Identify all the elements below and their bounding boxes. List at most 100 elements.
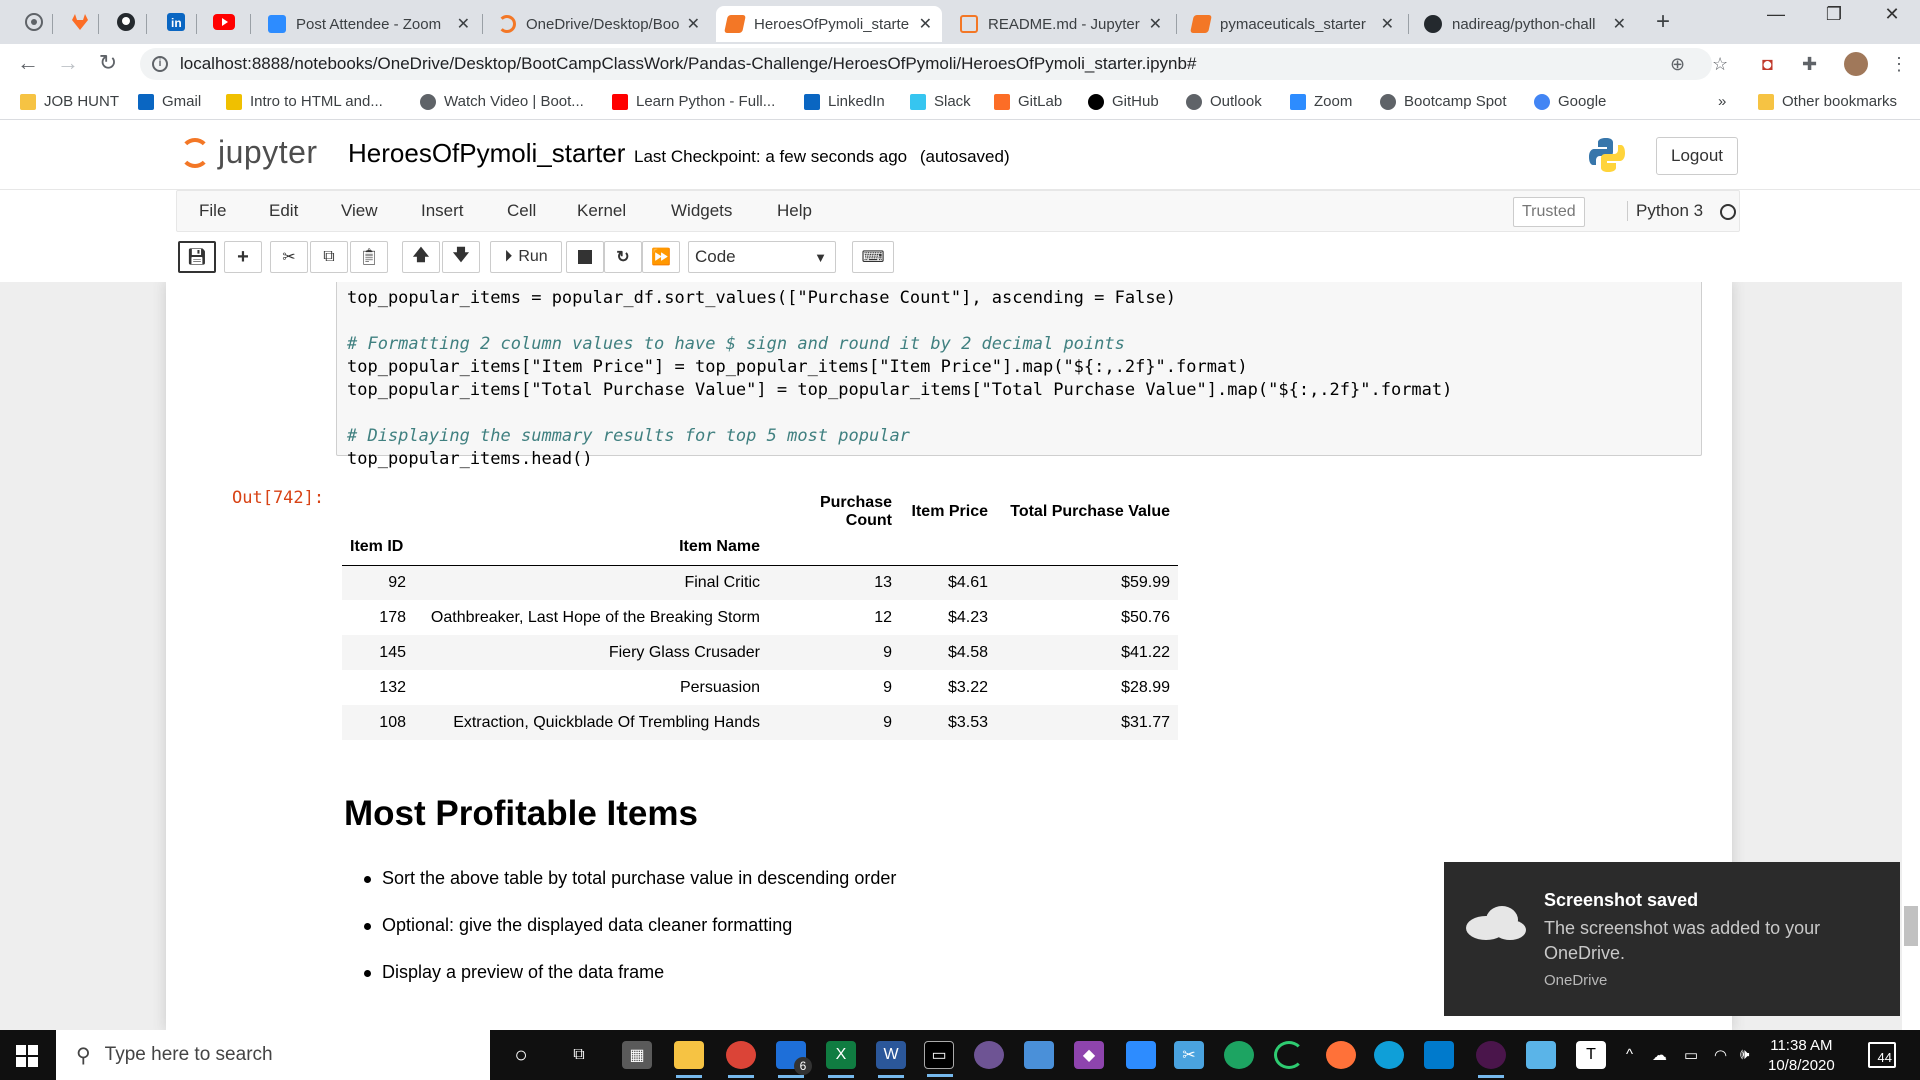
action-center-button[interactable]: 44 — [1868, 1042, 1896, 1068]
cell-type-select[interactable]: Code ▼ — [688, 241, 836, 273]
close-tab-icon[interactable]: ✕ — [457, 14, 470, 34]
pinned-tab-linkedin[interactable]: in — [156, 6, 196, 38]
menu-kernel[interactable]: Kernel — [577, 201, 626, 221]
bookmark-google[interactable]: Google — [1534, 93, 1606, 110]
interrupt-button[interactable] — [566, 241, 604, 273]
info-icon[interactable]: i — [152, 56, 168, 72]
kernel-name[interactable]: Python 3 — [1627, 201, 1703, 221]
vertical-scrollbar[interactable] — [1902, 282, 1920, 1030]
address-bar[interactable]: i localhost:8888/notebooks/OneDrive/Desk… — [140, 48, 1712, 80]
bookmark-linkedin[interactable]: LinkedIn — [804, 93, 885, 110]
menu-widgets[interactable]: Widgets — [671, 201, 732, 221]
restore-button[interactable]: ❐ — [1814, 4, 1854, 25]
reload-button[interactable]: ↻ — [94, 50, 122, 76]
bookmark-learn-python[interactable]: Learn Python - Full... — [612, 93, 775, 110]
extensions-icon[interactable]: ✚ — [1802, 54, 1817, 75]
jupyter-logo[interactable]: jupyter — [180, 134, 318, 171]
chrome-icon[interactable] — [726, 1041, 756, 1078]
taskbar-search[interactable]: ⚲ Type here to search — [56, 1030, 490, 1080]
bookmark-gitlab[interactable]: GitLab — [994, 93, 1062, 110]
app-icon[interactable]: ◆ — [1074, 1041, 1104, 1069]
back-button[interactable]: ← — [14, 50, 42, 76]
trusted-indicator[interactable]: Trusted — [1513, 197, 1585, 227]
terminal-icon[interactable]: ▭ — [924, 1041, 954, 1077]
edge-icon[interactable] — [1374, 1041, 1404, 1069]
start-button[interactable] — [16, 1045, 38, 1067]
zoom-icon[interactable] — [1126, 1041, 1156, 1069]
file-explorer-icon[interactable] — [674, 1041, 704, 1078]
scrollbar-thumb[interactable] — [1904, 906, 1918, 946]
bookmark-star-icon[interactable]: ☆ — [1712, 54, 1728, 75]
pinned-tab-github[interactable] — [106, 6, 146, 38]
tab-readme[interactable]: README.md - Jupyter ✕ — [950, 6, 1172, 42]
typora-icon[interactable]: T — [1576, 1041, 1606, 1069]
bookmark-job-hunt[interactable]: JOB HUNT — [20, 93, 119, 110]
copy-button[interactable]: ⧉ — [310, 241, 348, 273]
volume-icon[interactable]: 🕪︎ — [1740, 1046, 1749, 1063]
bookmark-bootcamp-spot[interactable]: Bootcamp Spot — [1380, 93, 1507, 110]
github-desktop-icon[interactable] — [974, 1041, 1004, 1069]
pinned-tab-chrome[interactable] — [14, 6, 54, 38]
profile-avatar[interactable] — [1844, 52, 1868, 76]
tab-onedrive-desktop[interactable]: OneDrive/Desktop/Boo ✕ — [488, 6, 710, 42]
onedrive-tray-icon[interactable]: ☁ — [1652, 1046, 1667, 1064]
logout-button[interactable]: Logout — [1656, 137, 1738, 175]
bookmark-watch-video[interactable]: Watch Video | Boot... — [420, 93, 584, 110]
menu-cell[interactable]: Cell — [507, 201, 536, 221]
minimize-button[interactable]: — — [1756, 4, 1796, 25]
close-tab-icon[interactable]: ✕ — [1381, 14, 1394, 34]
close-window-button[interactable]: ✕ — [1872, 4, 1912, 25]
close-tab-icon[interactable]: ✕ — [1149, 14, 1162, 34]
battery-icon[interactable]: ▭ — [1684, 1046, 1698, 1064]
bookmark-slack[interactable]: Slack — [910, 93, 971, 110]
chrome-menu-icon[interactable]: ⋮ — [1890, 54, 1908, 75]
move-down-button[interactable]: 🡇 — [442, 241, 480, 273]
pocket-extension-icon[interactable]: ◘ — [1762, 54, 1773, 75]
zoom-icon[interactable]: ⊕ — [1670, 54, 1685, 75]
show-hidden-icons[interactable]: ^ — [1626, 1046, 1633, 1063]
chatgpt-icon[interactable] — [1224, 1041, 1254, 1069]
new-tab-button[interactable]: + — [1656, 8, 1670, 36]
firefox-icon[interactable] — [1326, 1041, 1356, 1069]
calculator-icon[interactable]: ▦ — [622, 1041, 652, 1069]
save-button[interactable]: 💾︎ — [178, 241, 216, 273]
other-bookmarks[interactable]: Other bookmarks — [1758, 93, 1897, 110]
bookmark-zoom[interactable]: Zoom — [1290, 93, 1352, 110]
bookmark-github[interactable]: GitHub — [1088, 93, 1159, 110]
code-cell[interactable]: top_popular_items = popular_df.sort_valu… — [336, 282, 1702, 469]
word-icon[interactable]: W — [876, 1041, 906, 1078]
tab-heroes-of-pymoli[interactable]: HeroesOfPymoli_starte ✕ — [716, 6, 942, 42]
close-tab-icon[interactable]: ✕ — [919, 14, 932, 34]
forward-button[interactable]: → — [54, 50, 82, 76]
move-up-button[interactable]: 🡅 — [402, 241, 440, 273]
cortana-icon[interactable]: ○ — [506, 1041, 536, 1069]
onedrive-toast[interactable]: Screenshot saved The screenshot was adde… — [1444, 862, 1900, 1016]
tab-zoom[interactable]: Post Attendee - Zoom ✕ — [258, 6, 480, 42]
insert-cell-button[interactable]: + — [224, 241, 262, 273]
mail-icon[interactable]: 6 — [776, 1041, 812, 1078]
system-clock[interactable]: 11:38 AM 10/8/2020 — [1768, 1036, 1835, 1076]
restart-run-all-button[interactable]: ⏩ — [642, 241, 680, 273]
wifi-icon[interactable]: ◠ — [1714, 1046, 1727, 1064]
restart-button[interactable]: ↻ — [604, 241, 642, 273]
pinned-tab-youtube[interactable] — [204, 6, 244, 38]
command-palette-button[interactable]: ⌨ — [852, 241, 894, 273]
menu-help[interactable]: Help — [777, 201, 812, 221]
notes-icon[interactable] — [1526, 1041, 1556, 1069]
remote-desktop-icon[interactable] — [1024, 1041, 1054, 1069]
paste-button[interactable]: 📋︎ — [350, 241, 388, 273]
task-view-icon[interactable]: ⧉ — [564, 1041, 594, 1069]
bookmark-gmail[interactable]: Gmail — [138, 93, 201, 110]
tab-pymaceuticals[interactable]: pymaceuticals_starter ✕ — [1182, 6, 1404, 42]
bookmark-intro-html[interactable]: Intro to HTML and... — [226, 93, 383, 110]
vscode-icon[interactable] — [1424, 1041, 1454, 1069]
menu-edit[interactable]: Edit — [269, 201, 298, 221]
more-bookmarks-button[interactable]: » — [1718, 93, 1726, 110]
run-button[interactable]: ⏵ Run — [490, 241, 562, 273]
notebook-name[interactable]: HeroesOfPymoli_starter — [348, 138, 625, 169]
pinned-tab-gitlab[interactable] — [60, 6, 100, 38]
menu-insert[interactable]: Insert — [421, 201, 464, 221]
close-tab-icon[interactable]: ✕ — [1613, 14, 1626, 34]
snipping-tool-icon[interactable]: ✂ — [1174, 1041, 1204, 1069]
menu-file[interactable]: File — [199, 201, 226, 221]
